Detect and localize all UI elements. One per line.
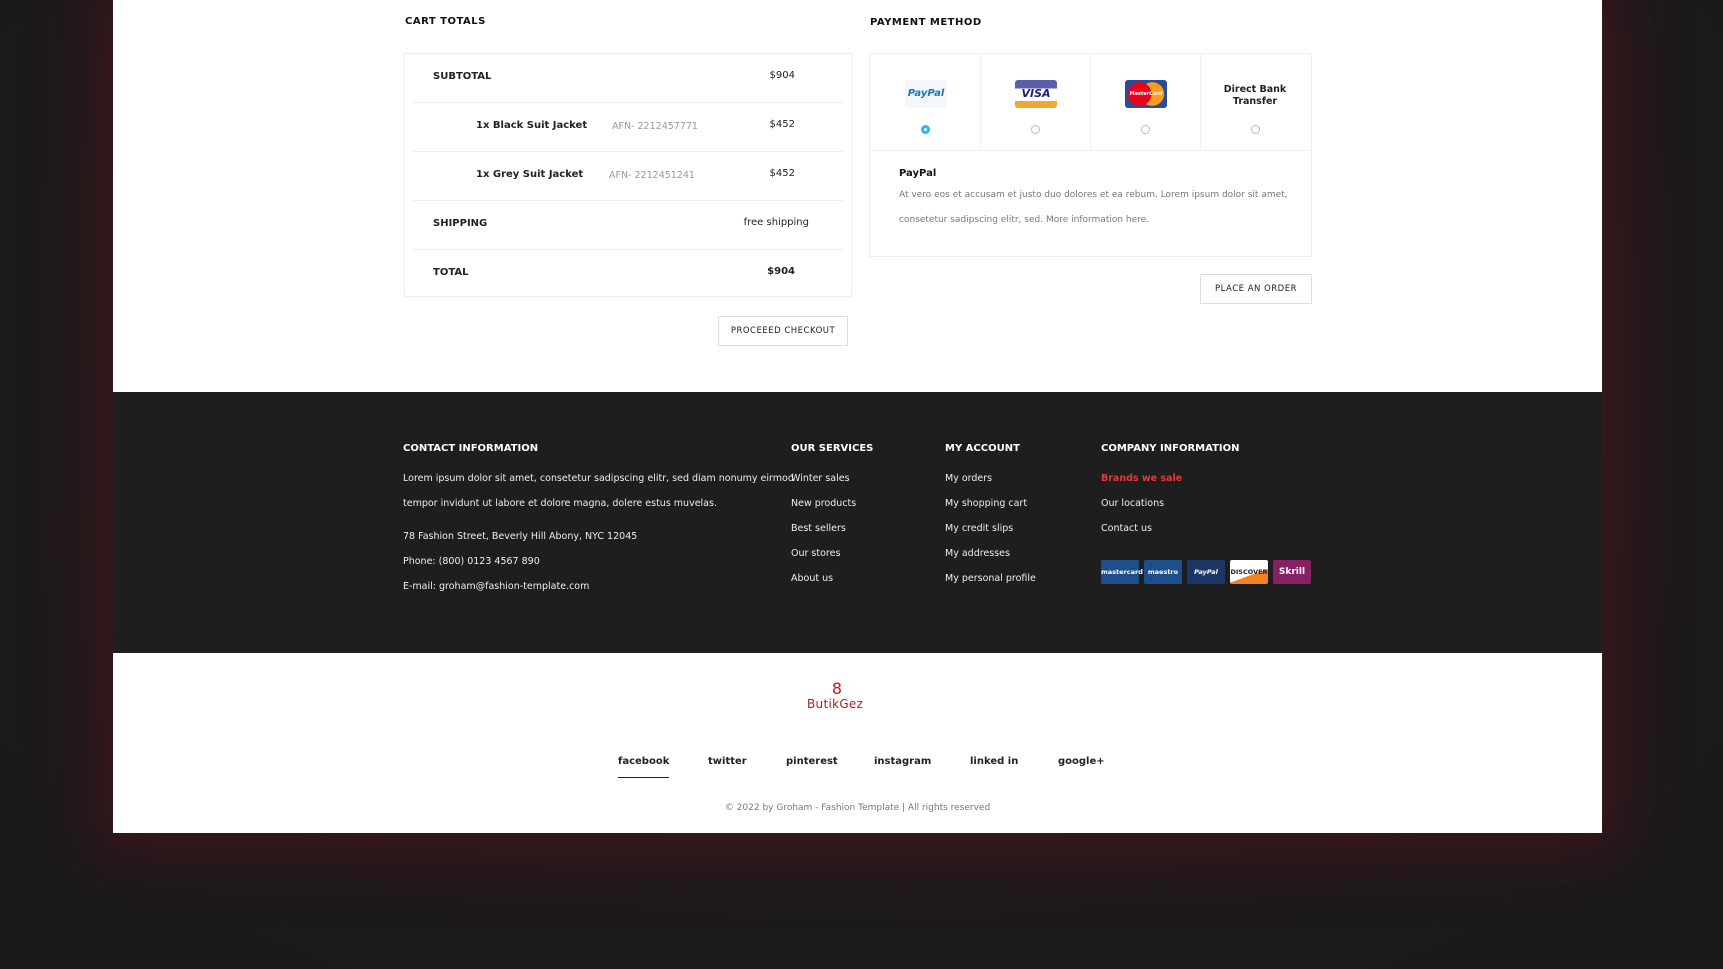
footer-link[interactable]: Our locations — [1101, 491, 1182, 516]
mastercard-card-icon: mastercard — [1101, 560, 1143, 584]
footer-link[interactable]: About us — [791, 566, 856, 591]
social-link-linkedin[interactable]: linked in — [970, 756, 1018, 767]
bottom-bar: 8 ButikGez facebook twitter pinterest in… — [113, 653, 1602, 833]
paypal-radio[interactable] — [921, 125, 930, 134]
footer-link[interactable]: My shopping cart — [945, 491, 1036, 516]
our-services-title: OUR SERVICES — [791, 443, 874, 454]
cart-totals-box: SUBTOTAL $904 1x Black Suit Jacket AFN- … — [404, 53, 852, 297]
shipping-row: SHIPPING free shipping — [413, 201, 843, 250]
selected-payment-name: PayPal — [899, 168, 937, 179]
payment-method-title: PAYMENT METHOD — [870, 17, 982, 28]
contact-text: Lorem ipsum dolor sit amet, consetetur s… — [403, 473, 794, 484]
bank-transfer-label: Direct Bank Transfer — [1223, 84, 1287, 107]
footer-link[interactable]: Our stores — [791, 541, 856, 566]
cart-item-sku: AFN- 2212451241 — [609, 170, 695, 181]
subtotal-label: SUBTOTAL — [433, 71, 492, 82]
shipping-value: free shipping — [743, 217, 809, 228]
company-info-title: COMPANY INFORMATION — [1101, 443, 1240, 454]
payment-description: At vero eos et accusam et justo duo dolo… — [899, 190, 1288, 225]
company-info-links: Brands we sale Our locations Contact us — [1101, 466, 1182, 541]
total-row: TOTAL $904 — [413, 250, 843, 298]
paypal-card-icon: PayPal — [1187, 560, 1225, 584]
contact-text: tempor invidunt ut labore et dolore magn… — [403, 498, 717, 509]
paypal-logo-icon: PayPal — [905, 80, 947, 108]
mastercard-logo-icon: MasterCard — [1125, 80, 1167, 108]
subtotal-row: SUBTOTAL $904 — [413, 54, 843, 103]
place-order-button[interactable]: PLACE AN ORDER — [1200, 274, 1312, 304]
contact-phone: Phone: (800) 0123 4567 890 — [403, 556, 540, 567]
payment-option-paypal[interactable]: PayPal — [870, 54, 981, 150]
payment-option-mastercard[interactable]: MasterCard — [1090, 54, 1201, 150]
site-footer: CONTACT INFORMATION Lorem ipsum dolor si… — [113, 392, 1602, 653]
proceed-checkout-button[interactable]: PROCEEED CHECKOUT — [718, 316, 848, 346]
contact-info: Lorem ipsum dolor sit amet, consetetur s… — [403, 466, 794, 599]
our-services-links: Winter sales New products Best sellers O… — [791, 466, 856, 591]
my-account-links: My orders My shopping cart My credit sli… — [945, 466, 1036, 591]
footer-link[interactable]: My credit slips — [945, 516, 1036, 541]
brand-name[interactable]: ButikGez — [807, 697, 863, 711]
footer-link[interactable]: My personal profile — [945, 566, 1036, 591]
subtotal-value: $904 — [769, 70, 795, 81]
visa-radio[interactable] — [1031, 125, 1040, 134]
cart-item-name: 1x Black Suit Jacket — [476, 120, 588, 131]
social-link-googleplus[interactable]: google+ — [1058, 756, 1105, 767]
footer-link[interactable]: My addresses — [945, 541, 1036, 566]
cart-item-row: 1x Grey Suit Jacket AFN- 2212451241 $452 — [413, 152, 843, 201]
contact-email[interactable]: E-mail: groham@fashion-template.com — [403, 574, 794, 599]
payment-options: PayPal VISA MasterCard Direct Bank Trans… — [870, 54, 1311, 151]
brand-logo-icon[interactable]: 8 — [827, 679, 847, 698]
cart-item-price: $452 — [769, 119, 795, 130]
total-label: TOTAL — [433, 267, 469, 278]
social-link-twitter[interactable]: twitter — [708, 756, 747, 767]
social-link-instagram[interactable]: instagram — [874, 756, 931, 767]
footer-link[interactable]: My orders — [945, 466, 1036, 491]
cart-item-name: 1x Grey Suit Jacket — [476, 169, 584, 180]
my-account-title: MY ACCOUNT — [945, 443, 1020, 454]
skrill-card-icon: Skrill — [1273, 560, 1311, 584]
social-link-facebook[interactable]: facebook — [618, 756, 670, 778]
footer-link[interactable]: New products — [791, 491, 856, 516]
contact-address: 78 Fashion Street, Beverly Hill Abony, N… — [403, 531, 638, 542]
discover-card-icon: DISCOVER — [1230, 560, 1268, 584]
mastercard-radio[interactable] — [1141, 125, 1150, 134]
footer-link[interactable]: Contact us — [1101, 516, 1182, 541]
payment-method-box: PayPal VISA MasterCard Direct Bank Trans… — [869, 53, 1312, 257]
footer-link[interactable]: Winter sales — [791, 466, 856, 491]
contact-info-title: CONTACT INFORMATION — [403, 443, 539, 454]
total-value: $904 — [767, 266, 795, 277]
bank-transfer-radio[interactable] — [1251, 125, 1260, 134]
cart-item-sku: AFN- 2212457771 — [612, 121, 698, 132]
footer-link-highlight[interactable]: Brands we sale — [1101, 466, 1182, 491]
payment-option-visa[interactable]: VISA — [980, 54, 1091, 150]
social-link-pinterest[interactable]: pinterest — [786, 756, 838, 767]
visa-logo-icon: VISA — [1015, 80, 1057, 108]
cart-item-price: $452 — [769, 168, 795, 179]
cart-item-row: 1x Black Suit Jacket AFN- 2212457771 $45… — [413, 103, 843, 152]
cart-totals-title: CART TOTALS — [405, 16, 486, 27]
shipping-label: SHIPPING — [433, 218, 488, 229]
maestro-card-icon: maestro — [1144, 560, 1182, 584]
payment-option-bank-transfer[interactable]: Direct Bank Transfer — [1200, 54, 1310, 150]
footer-link[interactable]: Best sellers — [791, 516, 856, 541]
copyright-text: © 2022 by Groham - Fashion Template | Al… — [724, 803, 991, 813]
